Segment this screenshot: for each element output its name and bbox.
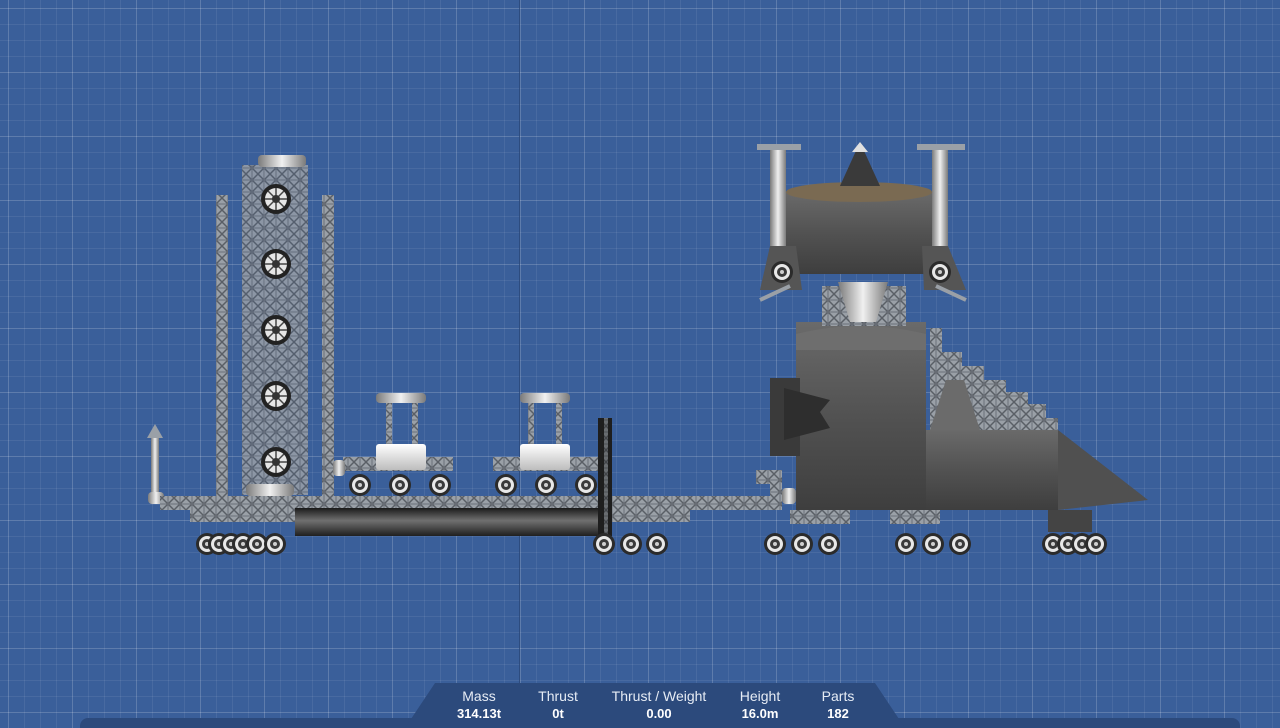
stat-thrust-weight-label: Thrust / Weight [611,688,707,704]
cockpit-pod-2[interactable] [493,393,598,496]
stat-thrust-weight-value: 0.00 [646,706,672,721]
stat-parts-value: 182 [827,706,849,721]
left-chassis-truss[interactable] [160,496,610,510]
stat-thrust-label: Thrust [538,688,578,704]
lander-module[interactable] [757,142,967,326]
left-chassis-under[interactable] [190,510,295,522]
fuel-tank-long[interactable] [295,508,600,536]
left-bogie[interactable] [196,533,286,555]
stat-thrust: Thrust 0t [503,688,613,721]
middle-bogie[interactable] [593,533,668,555]
launch-vehicle[interactable] [770,322,1148,532]
right-bogies[interactable] [764,533,1107,555]
stat-thrust-value: 0t [552,706,564,721]
tower-cap-bottom [246,484,294,496]
cockpit-pod-1[interactable] [333,393,453,496]
craft-canvas[interactable] [0,0,1280,728]
connector-truss[interactable] [612,496,782,510]
stat-thrust-weight: Thrust / Weight 0.00 [604,688,714,721]
tower-cap-top [258,155,306,167]
antenna-pipe[interactable] [147,424,164,504]
wheel-tower[interactable] [216,155,334,500]
stat-parts-label: Parts [821,688,855,704]
stat-parts: Parts 182 [783,688,893,721]
